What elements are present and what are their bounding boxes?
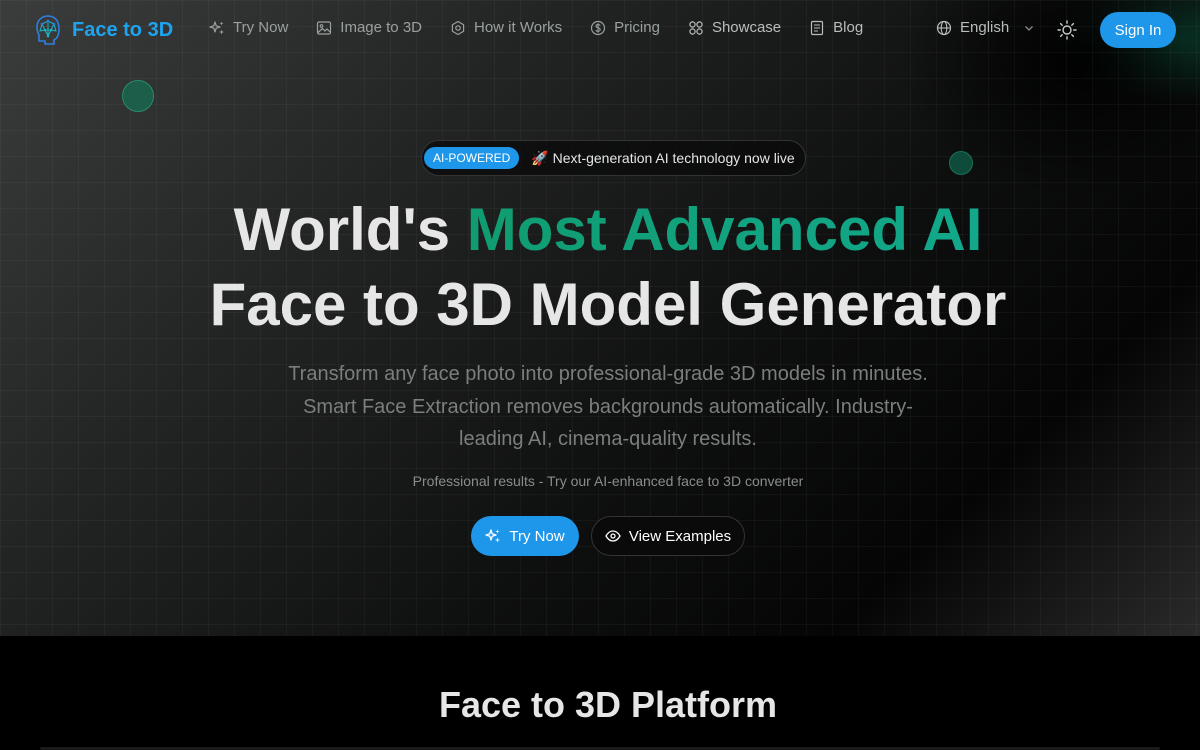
nav-label: Image to 3D [340, 19, 422, 36]
try-now-button[interactable]: Try Now [471, 516, 579, 556]
nav-label: Showcase [711, 19, 782, 36]
gear-icon [451, 20, 465, 35]
view-examples-button[interactable]: View Examples [591, 516, 745, 556]
hero-subtitle: Transform any face photo into profession… [288, 363, 928, 450]
nav-label: Blog [833, 19, 864, 36]
grid-icon [689, 20, 703, 35]
sparkles-icon [209, 20, 224, 34]
nav-label: How it Works [474, 19, 563, 36]
document-icon [811, 20, 824, 35]
decorative-orb [122, 80, 154, 112]
language-label: English [960, 19, 1010, 36]
nav-item-pricing[interactable]: Pricing [590, 19, 660, 36]
brand-link[interactable]: Face to 3D [34, 14, 173, 46]
hero-section: Face to 3D Try Now Image to 3D How it Wo… [0, 0, 1200, 636]
brand-name: Face to 3D [72, 18, 174, 41]
button-label: View Examples [628, 527, 732, 545]
hero-note: Professional results - Try our AI-enhanc… [412, 473, 804, 489]
face-logo-icon [36, 15, 60, 45]
nav-item-try-now[interactable]: Try Now [209, 19, 288, 36]
platform-title: Face to 3D Platform [438, 684, 778, 725]
sparkles-icon [485, 529, 501, 543]
decorative-orb [949, 151, 973, 175]
announcement-text: 🚀 Next-generation AI technology now live [531, 149, 795, 166]
platform-section: Face to 3D Platform [0, 636, 1200, 750]
title-pre: World's [233, 196, 467, 263]
top-navigation: Face to 3D Try Now Image to 3D How it Wo… [0, 0, 1200, 60]
button-label: Try Now [509, 527, 565, 545]
ai-powered-tag: AI-POWERED [424, 147, 520, 169]
sun-icon[interactable] [1057, 20, 1077, 40]
image-icon [317, 20, 332, 35]
sign-in-button[interactable]: Sign In [1100, 12, 1176, 48]
globe-icon [936, 20, 952, 35]
nav-item-image-to-3d[interactable]: Image to 3D [316, 19, 422, 36]
nav-links: Try Now Image to 3D How it Works Pricing… [209, 19, 863, 36]
language-selector[interactable]: English [936, 19, 1035, 36]
eye-icon [605, 530, 621, 542]
nav-item-how-it-works[interactable]: How it Works [450, 19, 562, 36]
nav-label: Pricing [614, 19, 660, 36]
nav-item-showcase[interactable]: Showcase [688, 19, 781, 36]
nav-item-blog[interactable]: Blog [809, 19, 863, 36]
nav-label: Try Now [233, 19, 289, 36]
dollar-circle-icon [590, 20, 606, 35]
hero-title-line2: Face to 3D Model Generator [209, 271, 1007, 338]
hero-title-line1: World's Most Advanced AI [0, 192, 1200, 268]
chevron-down-icon [1025, 25, 1034, 31]
title-accent: Most Advanced AI [466, 196, 983, 263]
announcement-badge[interactable]: AI-POWERED 🚀 Next-generation AI technolo… [421, 140, 806, 176]
